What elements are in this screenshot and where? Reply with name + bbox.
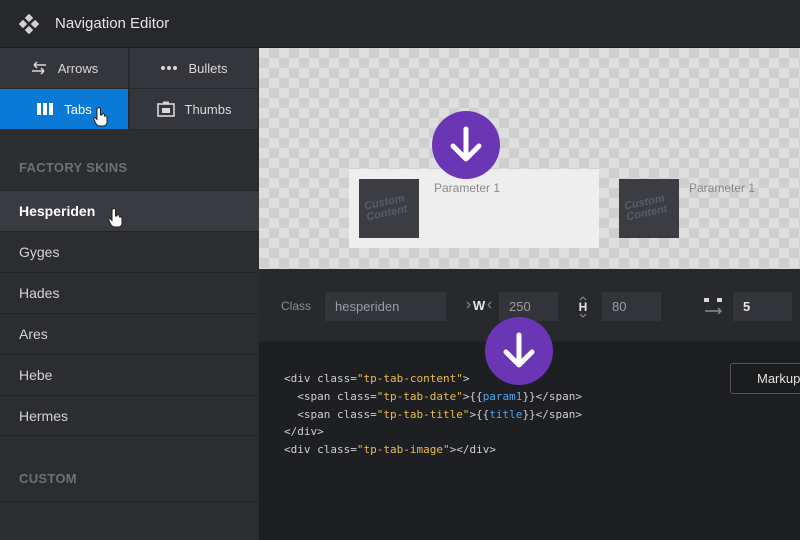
custom-heading: CUSTOM	[19, 471, 77, 486]
skin-item-label: Ares	[19, 326, 48, 342]
nav-type-thumbs[interactable]: Thumbs	[130, 89, 259, 130]
class-label: Class	[281, 299, 312, 313]
tabs-icon	[36, 101, 54, 117]
skin-list: Hesperiden Gyges Hades Ares Hebe Hermes	[0, 190, 259, 436]
skin-item-label: Hebe	[19, 367, 53, 383]
markup-button[interactable]: Markup	[730, 363, 800, 394]
skin-item-hermes[interactable]: Hermes	[0, 395, 259, 436]
thumb-text: Custom Content	[363, 192, 409, 224]
skin-item-ares[interactable]: Ares	[0, 313, 259, 354]
app-title: Navigation Editor	[55, 15, 170, 32]
navigation-editor: Navigation Editor Arrows Bullets Tabs Th…	[0, 0, 800, 540]
gamepad-icon	[18, 13, 40, 34]
skin-item-label: Hermes	[19, 407, 69, 424]
arrow-down-icon	[432, 111, 500, 179]
factory-skins-heading: FACTORY SKINS	[19, 160, 128, 175]
spacing-input[interactable]: 5	[733, 292, 792, 321]
nav-type-label: Arrows	[57, 60, 99, 76]
skin-item-label: Hades	[19, 285, 60, 301]
nav-type-grid: Arrows Bullets Tabs Thumbs	[0, 48, 259, 130]
header-bar: Navigation Editor	[0, 0, 800, 48]
preview-tab-inactive[interactable]: Custom Content Parameter 1	[609, 169, 800, 248]
spacing-icon	[703, 296, 725, 323]
skin-item-hades[interactable]: Hades	[0, 272, 259, 313]
markup-code: <div class="tp-tab-content"> <span class…	[284, 372, 583, 457]
preview-canvas: Custom Content Parameter 1 Custom Conten…	[259, 48, 800, 269]
thumb-text: Custom Content	[623, 192, 669, 224]
tab-thumbnail: Custom Content	[619, 179, 679, 238]
height-input[interactable]: 80	[602, 292, 661, 321]
arrows-icon	[30, 60, 48, 76]
arrow-down-icon	[485, 317, 553, 385]
width-icon: W	[466, 293, 492, 322]
skin-item-hesperiden[interactable]: Hesperiden	[0, 190, 259, 231]
divider	[0, 501, 259, 502]
skin-item-hebe[interactable]: Hebe	[0, 354, 259, 395]
nav-type-label: Tabs	[64, 101, 92, 117]
thumbs-icon	[156, 101, 175, 117]
nav-type-label: Thumbs	[184, 101, 232, 117]
skin-item-label: Hesperiden	[19, 203, 96, 219]
nav-type-arrows[interactable]: Arrows	[0, 48, 129, 89]
skin-item-label: Gyges	[19, 244, 60, 260]
skin-item-gyges[interactable]: Gyges	[0, 231, 259, 272]
width-label: W	[473, 298, 486, 313]
width-input[interactable]: 250	[499, 292, 558, 321]
height-icon: H	[575, 293, 591, 326]
nav-type-tabs[interactable]: Tabs	[0, 89, 129, 130]
bullets-icon	[160, 60, 178, 76]
height-label: H	[579, 300, 588, 314]
tab-parameter: Parameter 1	[689, 181, 756, 195]
nav-type-bullets[interactable]: Bullets	[130, 48, 259, 89]
hand-cursor-icon	[108, 208, 124, 231]
nav-type-label: Bullets	[188, 60, 228, 76]
tab-parameter: Parameter 1	[434, 181, 501, 195]
class-input[interactable]: hesperiden	[325, 292, 446, 321]
sidebar: Arrows Bullets Tabs Thumbs FACTORY SKINS…	[0, 48, 259, 540]
preview-tab-active[interactable]: Custom Content Parameter 1	[349, 169, 599, 248]
tab-thumbnail: Custom Content	[359, 179, 419, 238]
hand-cursor-icon	[93, 107, 109, 130]
